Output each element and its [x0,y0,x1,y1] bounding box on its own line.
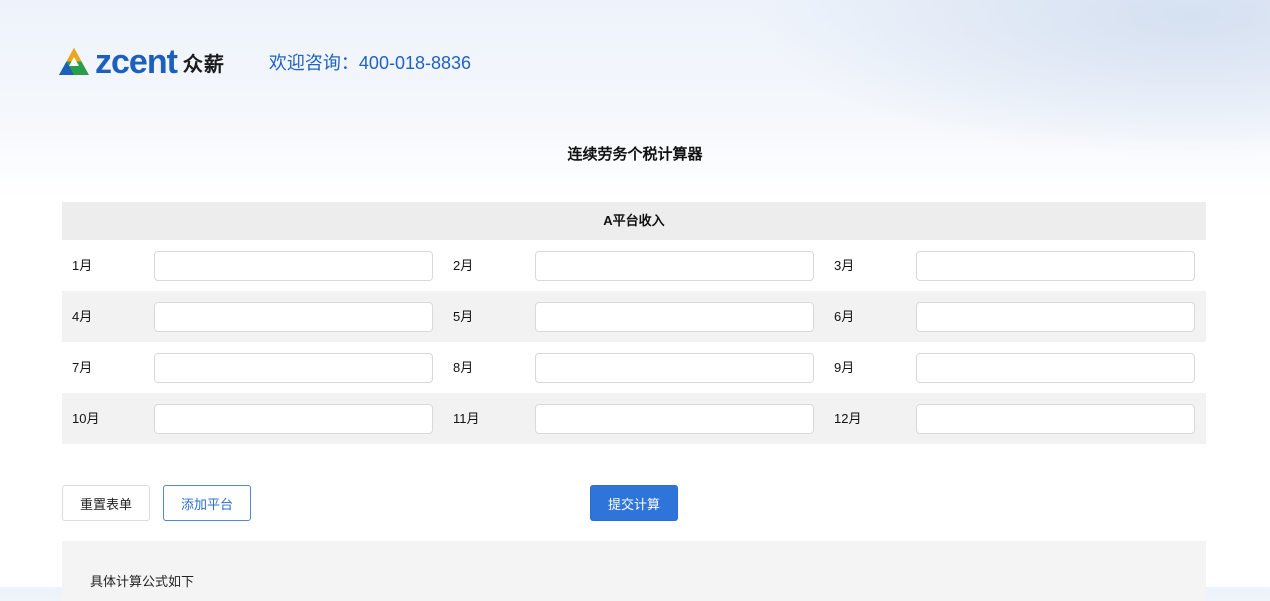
month-row: 7月 8月 9月 [62,342,1206,393]
month-label: 9月 [834,360,855,375]
month-12-input[interactable] [916,403,1195,434]
month-label: 7月 [72,360,93,375]
month-11-input[interactable] [535,403,814,434]
month-label: 11月 [443,393,525,444]
month-5-input[interactable] [535,301,814,332]
brand-logo[interactable]: zcent 众薪 [57,45,225,79]
month-7-input[interactable] [154,352,433,383]
month-label: 8月 [453,360,474,375]
month-row: 10月 11月 12月 [62,393,1206,444]
month-row: 1月 2月 3月 [62,240,1206,291]
header-background [750,0,1270,160]
zcent-logo-icon [57,46,91,78]
panel-title: A平台收入 [62,202,1206,240]
month-row: 4月 5月 6月 [62,291,1206,342]
month-1-input[interactable] [154,250,433,281]
month-label: 4月 [62,291,144,342]
month-9-input[interactable] [916,352,1195,383]
month-8-input[interactable] [535,352,814,383]
reset-form-button[interactable]: 重置表单 [62,485,150,521]
month-label: 5月 [443,291,525,342]
month-label: 10月 [62,393,144,444]
month-6-input[interactable] [916,301,1195,332]
income-panel: A平台收入 1月 2月 3月 4月 5月 6月 7月 8月 9月 10月 11月… [62,202,1206,444]
month-10-input[interactable] [154,403,433,434]
result-section: 具体计算公式如下 [62,541,1206,601]
site-header: zcent 众薪 欢迎咨询：400-018-8836 [57,40,471,84]
result-title: 具体计算公式如下 [90,574,195,589]
month-label: 2月 [453,258,474,273]
month-3-input[interactable] [916,250,1195,281]
logo-chinese-name: 众薪 [182,53,225,76]
logo-wordmark: zcent [95,43,178,81]
month-label: 1月 [72,258,93,273]
month-4-input[interactable] [154,301,433,332]
month-2-input[interactable] [535,250,814,281]
month-label: 6月 [824,291,906,342]
hotline-text: 欢迎咨询：400-018-8836 [268,53,472,73]
add-platform-button[interactable]: 添加平台 [163,485,251,521]
month-label: 3月 [834,258,855,273]
month-label: 12月 [824,393,906,444]
page-title: 连续劳务个税计算器 [567,146,703,163]
submit-calculation-button[interactable]: 提交计算 [590,485,678,521]
form-actions: 重置表单 添加平台 提交计算 [62,485,1206,521]
